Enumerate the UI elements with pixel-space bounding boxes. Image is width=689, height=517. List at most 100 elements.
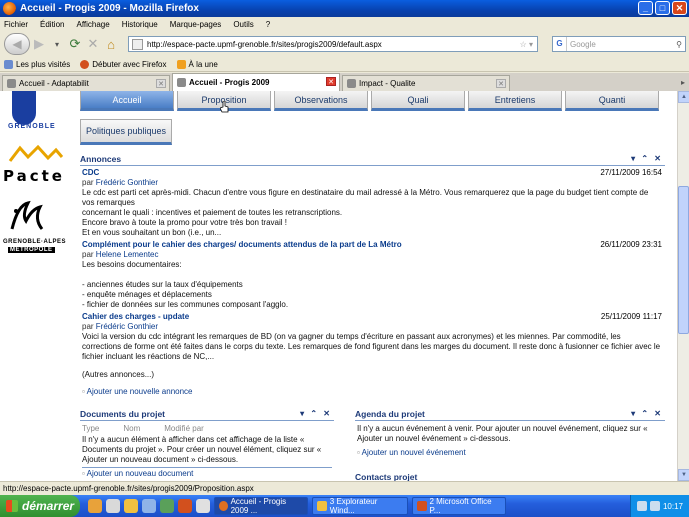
- reload-icon[interactable]: ⟳: [66, 35, 84, 53]
- contacts-title[interactable]: Contacts projet: [355, 472, 417, 481]
- metro-logo-text-2: MÉTROPOLE: [8, 247, 55, 253]
- minimize-button[interactable]: _: [638, 1, 653, 15]
- tab-close-icon[interactable]: ✕: [326, 77, 336, 86]
- tab-list-icon[interactable]: ▸: [681, 78, 685, 87]
- search-box[interactable]: G Google ⚲: [552, 36, 686, 52]
- site-tab-politiques-publiques[interactable]: Politiques publiques: [80, 119, 172, 145]
- announcement-title[interactable]: Complément pour le cahier des charges/ d…: [82, 240, 662, 250]
- webpart-controls-icon[interactable]: ▾ ⌃ ✕: [631, 409, 663, 418]
- agenda-title[interactable]: Agenda du projet: [355, 409, 425, 419]
- start-button[interactable]: démarrer: [0, 495, 80, 517]
- documents-empty-message: Il n'y a aucun élément à afficher dans c…: [82, 435, 332, 468]
- site-tab-quali[interactable]: Quali: [371, 91, 465, 111]
- site-tab-quanti[interactable]: Quanti: [565, 91, 659, 111]
- site-identity-icon[interactable]: [132, 38, 143, 50]
- most-visited-icon: [4, 59, 13, 69]
- bookmarks-toolbar: Les plus visités Débuter avec Firefox À …: [0, 57, 689, 72]
- taskbar-item-office[interactable]: 2 Microsoft Office P...: [412, 497, 506, 515]
- metro-logo-text: GRENOBLE·ALPES: [3, 239, 67, 245]
- announcement-title[interactable]: CDC: [82, 168, 662, 178]
- search-icon[interactable]: ⚲: [676, 40, 685, 49]
- status-bar: http://espace-pacte.upmf-grenoble.fr/sit…: [0, 481, 689, 495]
- scroll-thumb[interactable]: [678, 186, 689, 334]
- close-window-button[interactable]: ✕: [672, 1, 687, 15]
- hand-cursor-icon: [220, 101, 229, 113]
- quick-launch-icon[interactable]: [88, 499, 102, 513]
- page-icon: [177, 78, 186, 87]
- tray-icon[interactable]: [636, 501, 647, 511]
- author-link[interactable]: Helene Lementec: [96, 250, 159, 259]
- quick-launch-icon[interactable]: [124, 499, 138, 513]
- dropdown-arrow-icon[interactable]: ▾: [48, 35, 66, 53]
- author-link[interactable]: Frédéric Gonthier: [96, 178, 158, 187]
- tab-impact-qualite[interactable]: Impact - Qualite ✕: [342, 75, 510, 91]
- menu-outils[interactable]: Outils: [233, 20, 253, 29]
- menu-help[interactable]: ?: [266, 20, 270, 29]
- bookmark-most-visited[interactable]: Les plus visités: [4, 59, 70, 69]
- quick-launch-icon[interactable]: [196, 499, 210, 513]
- tray-icon[interactable]: [649, 501, 660, 511]
- clock[interactable]: 10:17: [663, 502, 683, 511]
- menu-historique[interactable]: Historique: [122, 20, 158, 29]
- announcement-author-line: par Frédéric Gonthier: [82, 178, 159, 187]
- bookmark-star-icon[interactable]: ☆ ▾: [520, 40, 533, 49]
- metro-logo-icon: [10, 200, 44, 230]
- documents-columns: Type Nom Modifié par: [82, 424, 332, 433]
- back-icon[interactable]: ◀: [4, 33, 30, 55]
- menu-fichier[interactable]: Fichier: [4, 20, 28, 29]
- webpart-controls-icon[interactable]: ▾ ⌃ ✕: [631, 154, 663, 163]
- search-input[interactable]: Google: [567, 40, 676, 49]
- stop-icon[interactable]: ✕: [84, 35, 102, 53]
- agenda-empty-message: Il n'y a aucun événement à venir. Pour a…: [357, 424, 648, 443]
- taskbar-item-firefox[interactable]: Accueil - Progis 2009 ...: [214, 497, 308, 515]
- webpart-controls-icon[interactable]: ▾ ⌃ ✕: [300, 409, 332, 418]
- bookmark-news[interactable]: À la une: [176, 59, 218, 69]
- url-bar[interactable]: http://espace-pacte.upmf-grenoble.fr/sit…: [128, 36, 538, 52]
- quick-launch-icon[interactable]: [106, 499, 120, 513]
- site-tab-observations[interactable]: Observations: [274, 91, 368, 111]
- quick-launch-icon[interactable]: [160, 499, 174, 513]
- quick-launch-icon[interactable]: [178, 499, 192, 513]
- scroll-up-icon[interactable]: ▲: [678, 91, 689, 103]
- bookmark-getting-started[interactable]: Débuter avec Firefox: [80, 59, 167, 69]
- annonces-title[interactable]: Annonces: [80, 154, 121, 164]
- menu-marque-pages[interactable]: Marque-pages: [170, 20, 222, 29]
- author-link[interactable]: Frédéric Gonthier: [96, 322, 158, 331]
- more-announcements-link[interactable]: (Autres annonces...): [82, 370, 154, 380]
- column-nom[interactable]: Nom: [123, 424, 140, 433]
- page-scrollbar[interactable]: ▲ ▼: [677, 91, 689, 481]
- menu-edition[interactable]: Édition: [40, 20, 64, 29]
- column-modifie-par[interactable]: Modifié par: [164, 424, 204, 433]
- add-event-link[interactable]: Ajouter un nouvel événement: [357, 448, 466, 457]
- forward-icon[interactable]: ▶: [30, 35, 48, 53]
- announcement-title[interactable]: Cahier des charges - update: [82, 312, 662, 322]
- window-title: Accueil - Progis 2009 - Mozilla Firefox: [20, 3, 199, 14]
- add-announcement-link[interactable]: Ajouter une nouvelle annonce: [82, 387, 193, 396]
- maximize-button[interactable]: □: [655, 1, 670, 15]
- announcement-item: CDC 27/11/2009 16:54 par Frédéric Gonthi…: [82, 168, 662, 238]
- firefox-icon: [80, 59, 90, 69]
- window-titlebar[interactable]: Accueil - Progis 2009 - Mozilla Firefox …: [0, 0, 689, 17]
- add-document-link[interactable]: Ajouter un nouveau document: [82, 469, 194, 478]
- page-icon: [347, 79, 356, 88]
- column-type[interactable]: Type: [82, 424, 99, 433]
- quick-launch-icon[interactable]: [142, 499, 156, 513]
- pacte-logo[interactable]: Pacte: [3, 167, 65, 185]
- tab-close-icon[interactable]: ✕: [496, 79, 506, 88]
- windows-flag-icon: [6, 500, 18, 512]
- url-text[interactable]: http://espace-pacte.upmf-grenoble.fr/sit…: [147, 40, 520, 49]
- grenoble-logo[interactable]: GRENOBLE: [8, 91, 55, 131]
- taskbar-item-explorer[interactable]: 3 Explorateur Wind...: [312, 497, 408, 515]
- home-icon[interactable]: ⌂: [102, 35, 120, 53]
- tab-close-icon[interactable]: ✕: [156, 79, 166, 88]
- tab-accueil-adaptabilite[interactable]: Accueil - Adaptabilit ✕: [2, 75, 170, 91]
- tab-accueil-progis[interactable]: Accueil - Progis 2009 ✕: [172, 73, 340, 91]
- scroll-down-icon[interactable]: ▼: [678, 469, 689, 481]
- site-tab-entretiens[interactable]: Entretiens: [468, 91, 562, 111]
- announcement-date: 26/11/2009 23:31: [600, 240, 662, 249]
- site-tab-accueil[interactable]: Accueil: [80, 91, 174, 111]
- documents-title[interactable]: Documents du projet: [80, 409, 165, 419]
- powerpoint-icon: [417, 501, 427, 511]
- google-icon[interactable]: G: [553, 37, 567, 51]
- menu-affichage[interactable]: Affichage: [76, 20, 109, 29]
